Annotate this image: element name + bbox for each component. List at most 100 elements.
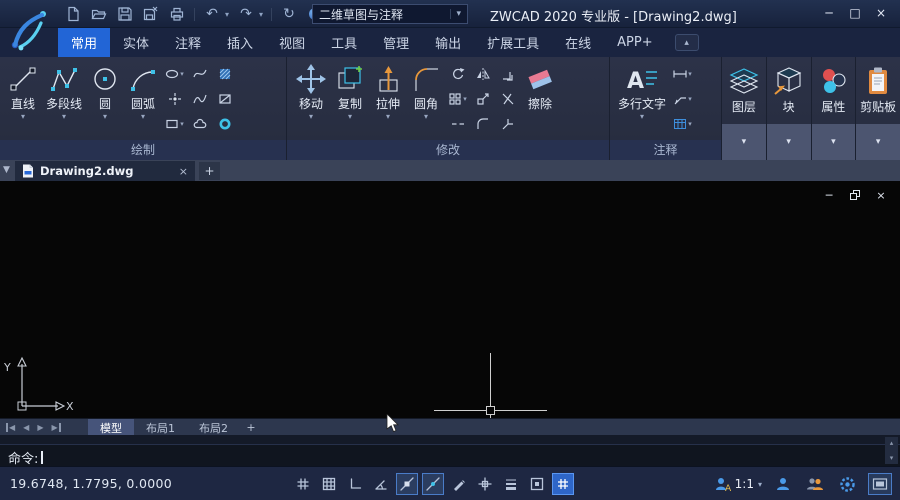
tool-layer[interactable]: 图层 ▾ [722,57,767,160]
tool-stretch[interactable]: 拉伸 ▾ [369,59,407,140]
save-button[interactable] [116,5,134,23]
small-tool-freehand[interactable] [187,88,212,110]
maximize-button[interactable]: □ [844,3,866,23]
layout-last-button[interactable]: ▶ [51,423,60,432]
doc-close-button[interactable]: × [874,189,888,201]
tool-block[interactable]: 块 ▾ [767,57,812,160]
lineweight-toggle[interactable] [500,473,522,495]
doc-minimize-button[interactable]: ─ [822,189,836,201]
drawing-canvas[interactable]: ─ × Y X [0,181,900,418]
small-tool-donut[interactable] [212,113,237,135]
tool-polyline[interactable]: 多段线 ▾ [42,59,86,140]
scroll-down-icon[interactable]: ▾ [890,454,894,462]
file-tab-menu-button[interactable]: ▼ [3,165,10,175]
tool-mtext[interactable]: A 多行文字 ▾ [614,59,670,140]
panel-label-draw[interactable]: 绘制 [0,140,286,160]
small-tool-leader[interactable]: ▾ [670,88,695,110]
command-scrollbar[interactable]: ▴ ▾ [885,437,898,464]
workspace-selector[interactable]: 二维草图与注释 ▾ [312,4,468,24]
tool-properties[interactable]: 属性 ▾ [812,57,857,160]
small-tool-revcloud[interactable] [187,113,212,135]
small-tool-trim[interactable] [495,88,520,110]
tool-fillet[interactable]: 圆角 ▾ [407,59,445,140]
layout-first-button[interactable]: ◀ [6,423,15,432]
tab-home[interactable]: 常用 [58,28,110,57]
save-as-button[interactable] [142,5,160,23]
grid-toggle[interactable] [318,473,340,495]
dynamic-input-toggle[interactable] [474,473,496,495]
layer-panel-expander[interactable]: ▾ [722,124,766,160]
tool-move[interactable]: 移动 ▾ [291,59,331,140]
panel-label-modify[interactable]: 修改 [287,140,609,160]
fullscreen-button[interactable] [868,473,892,495]
tool-arc[interactable]: 圆弧 ▾ [124,59,162,140]
tab-insert[interactable]: 插入 [214,28,266,57]
undo-dropdown-arrow[interactable]: ▾ [225,10,229,19]
tab-annotate[interactable]: 注释 [162,28,214,57]
tool-line[interactable]: 直线 ▾ [4,59,42,140]
small-tool-rotate[interactable] [445,63,470,85]
new-drawing-tab-button[interactable]: + [199,162,220,180]
redo-dropdown-arrow[interactable]: ▾ [259,10,263,19]
polar-tracking-toggle[interactable] [422,473,444,495]
tool-circle[interactable]: 圆 ▾ [86,59,124,140]
small-tool-spline[interactable] [187,63,212,85]
dynamic-ucs-toggle[interactable] [552,473,574,495]
properties-panel-expander[interactable]: ▾ [812,124,856,160]
clipboard-panel-expander[interactable]: ▾ [856,124,900,160]
small-tool-fillet-edge[interactable] [470,113,495,135]
tab-app-plus[interactable]: APP+ [604,28,665,57]
object-tracking-toggle[interactable] [448,473,470,495]
doc-restore-button[interactable] [848,189,862,201]
small-tool-region[interactable] [212,88,237,110]
layout-tab-add-button[interactable]: + [240,419,262,436]
minimize-button[interactable]: ─ [818,3,840,23]
small-tool-scale[interactable] [470,88,495,110]
small-tool-dimension[interactable]: ▾ [670,63,695,85]
small-tool-break[interactable] [445,113,470,135]
layout-tab-layout2[interactable]: 布局2 [187,419,240,436]
small-tool-explode[interactable] [495,113,520,135]
snap-toggle[interactable] [292,473,314,495]
tab-express[interactable]: 扩展工具 [474,28,552,57]
file-tab-active[interactable]: Drawing2.dwg × [15,161,195,181]
scroll-up-icon[interactable]: ▴ [890,439,894,447]
layout-prev-button[interactable]: ◀ [23,423,29,432]
small-tool-hatch[interactable] [212,63,237,85]
undo-button[interactable]: ↶ [203,5,221,23]
sync-button[interactable]: ↻ [280,5,298,23]
command-input[interactable]: 命令: [8,448,43,467]
small-tool-ellipse[interactable]: ▾ [162,63,187,85]
small-tool-mirror[interactable] [470,63,495,85]
tool-clipboard[interactable]: 剪贴板 ▾ [856,57,900,160]
tab-tools[interactable]: 工具 [318,28,370,57]
tab-view[interactable]: 视图 [266,28,318,57]
polar-toggle[interactable] [370,473,392,495]
command-line-window[interactable]: 命令: ▴ ▾ [0,435,900,466]
user-button[interactable] [772,473,794,495]
panel-label-annotate[interactable]: 注释 [610,140,721,160]
small-tool-rectangle[interactable]: ▾ [162,113,187,135]
ortho-toggle[interactable] [344,473,366,495]
close-button[interactable]: × [870,3,892,23]
redo-button[interactable]: ↷ [237,5,255,23]
osnap-toggle[interactable] [396,473,418,495]
collaboration-button[interactable] [804,473,826,495]
small-tool-table[interactable]: ▾ [670,113,695,135]
tab-solid[interactable]: 实体 [110,28,162,57]
open-file-button[interactable] [90,5,108,23]
selection-cycling-toggle[interactable] [526,473,548,495]
layout-next-button[interactable]: ▶ [37,423,43,432]
small-tool-offset[interactable] [495,63,520,85]
tab-online[interactable]: 在线 [552,28,604,57]
tab-output[interactable]: 输出 [422,28,474,57]
small-tool-point[interactable] [162,88,187,110]
layout-tab-layout1[interactable]: 布局1 [134,419,187,436]
tool-erase[interactable]: 擦除 [520,59,560,140]
settings-gear-button[interactable] [836,473,858,495]
new-file-button[interactable] [64,5,82,23]
tab-manage[interactable]: 管理 [370,28,422,57]
small-tool-array[interactable]: ▾ [445,88,470,110]
block-panel-expander[interactable]: ▾ [767,124,811,160]
tool-copy[interactable]: 复制 ▾ [331,59,369,140]
